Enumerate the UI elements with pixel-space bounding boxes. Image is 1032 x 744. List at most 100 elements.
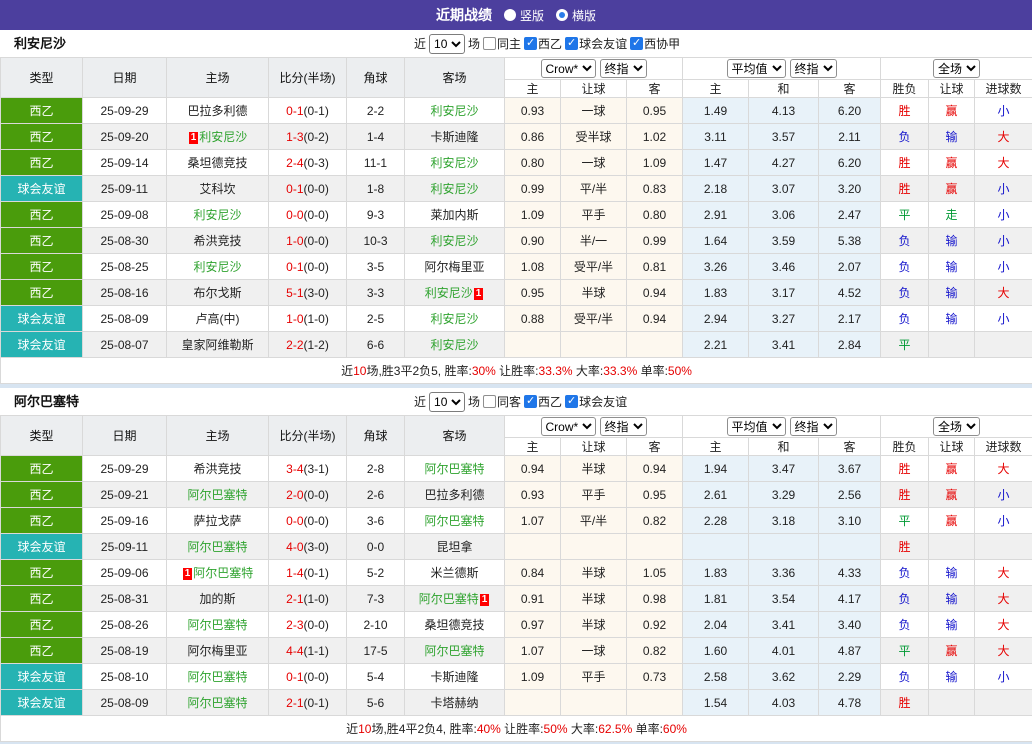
result-cell: 大 [975, 124, 1032, 150]
home-team-cell: 艾科坎 [167, 176, 269, 202]
average-select[interactable]: 平均值 [727, 417, 786, 436]
odds-subcolumn-header: 进球数 [975, 80, 1032, 98]
checkbox-label: 同客 [497, 393, 521, 410]
red-card-badge: 1 [474, 288, 484, 300]
corner-cell: 1-8 [347, 176, 405, 202]
radio-icon-horizontal[interactable] [556, 9, 568, 21]
average-odds-cell: 3.18 [749, 508, 819, 534]
handicap-odds-cell: 半球 [561, 612, 627, 638]
result-cell: 小 [975, 482, 1032, 508]
checkbox-icon[interactable] [483, 395, 496, 408]
handicap-odds-cell: 0.95 [627, 98, 683, 124]
average-odds-cell: 4.78 [819, 690, 881, 716]
result-cell: 胜 [881, 690, 929, 716]
average-odds-cell: 3.17 [749, 280, 819, 306]
handicap-odds-cell: 0.99 [505, 176, 561, 202]
checkbox-icon[interactable]: ✓ [565, 395, 578, 408]
radio-icon-vertical[interactable] [504, 9, 516, 21]
checkbox-icon[interactable]: ✓ [630, 37, 643, 50]
home-team-cell: 皇家阿维勒斯 [167, 332, 269, 358]
league-type-cell: 西乙 [1, 638, 83, 664]
match-count-select[interactable]: 10 [429, 34, 465, 54]
handicap-odds-cell: 1.08 [505, 254, 561, 280]
odds-group-header: Crow*终指 [505, 416, 683, 438]
odds-subcolumn-header: 和 [749, 438, 819, 456]
result-cell: 输 [929, 306, 975, 332]
date-cell: 25-09-11 [83, 534, 167, 560]
corner-cell: 3-3 [347, 280, 405, 306]
filter-checkbox-西乙[interactable]: ✓西乙 [524, 35, 562, 52]
checkbox-icon[interactable]: ✓ [524, 395, 537, 408]
section-head: 利安尼沙近10场同主✓西乙✓球会友谊✓西协甲 [0, 30, 1032, 57]
average-odds-cell: 3.26 [683, 254, 749, 280]
match-count-select[interactable]: 10 [429, 392, 465, 412]
odds-subcolumn-header: 和 [749, 80, 819, 98]
average-odds-cell: 3.62 [749, 664, 819, 690]
corner-cell: 9-3 [347, 202, 405, 228]
score-cell: 0-1(0-0) [269, 664, 347, 690]
final-avg-select[interactable]: 终指 [790, 417, 837, 436]
column-header: 类型 [1, 58, 83, 98]
filter-checkbox-球会友谊[interactable]: ✓球会友谊 [565, 35, 627, 52]
date-cell: 25-08-19 [83, 638, 167, 664]
average-odds-cell: 3.41 [749, 612, 819, 638]
team-cell-name: 阿尔巴塞特 [419, 592, 479, 606]
score-cell: 1-4(0-1) [269, 560, 347, 586]
away-team-cell: 卡塔赫纳 [405, 690, 505, 716]
result-cell: 大 [975, 280, 1032, 306]
result-cell: 平 [881, 202, 929, 228]
checkbox-icon[interactable]: ✓ [565, 37, 578, 50]
average-odds-cell: 1.83 [683, 560, 749, 586]
average-odds-cell: 2.84 [819, 332, 881, 358]
filter-near-label: 近 [414, 393, 426, 410]
radio-horizontal-layout[interactable]: 横版 [556, 7, 596, 24]
team-section: 阿尔巴塞特近10场同客✓西乙✓球会友谊类型日期主场比分(半场)角球客场Crow*… [0, 388, 1032, 742]
handicap-odds-cell [561, 534, 627, 560]
corner-cell: 2-8 [347, 456, 405, 482]
handicap-odds-cell: 平手 [561, 202, 627, 228]
final-odds-select[interactable]: 终指 [600, 59, 647, 78]
home-team-cell: 萨拉戈萨 [167, 508, 269, 534]
column-header: 日期 [83, 416, 167, 456]
result-cell: 负 [881, 560, 929, 586]
away-team-cell: 昆坦拿 [405, 534, 505, 560]
filter-checkbox-西协甲[interactable]: ✓西协甲 [630, 35, 680, 52]
filter-checkbox-同客[interactable]: 同客 [483, 393, 521, 410]
score-cell: 0-0(0-0) [269, 202, 347, 228]
column-header: 角球 [347, 58, 405, 98]
final-avg-select[interactable]: 终指 [790, 59, 837, 78]
full-match-select[interactable]: 全场 [933, 417, 980, 436]
checkbox-icon[interactable] [483, 37, 496, 50]
filter-checkbox-球会友谊[interactable]: ✓球会友谊 [565, 393, 627, 410]
average-odds-cell [749, 534, 819, 560]
red-card-badge: 1 [480, 594, 490, 606]
result-cell: 输 [929, 228, 975, 254]
result-cell: 小 [975, 508, 1032, 534]
handicap-odds-cell: 0.94 [627, 306, 683, 332]
score-cell: 1-0(0-0) [269, 228, 347, 254]
filter-checkbox-西乙[interactable]: ✓西乙 [524, 393, 562, 410]
filter-checkbox-同主[interactable]: 同主 [483, 35, 521, 52]
handicap-odds-cell [627, 690, 683, 716]
odds-group-header: Crow*终指 [505, 58, 683, 80]
home-team-cell: 阿尔巴塞特 [167, 534, 269, 560]
bookmaker-select[interactable]: Crow* [541, 59, 596, 78]
average-select[interactable]: 平均值 [727, 59, 786, 78]
result-cell: 小 [975, 98, 1032, 124]
league-type-cell: 西乙 [1, 228, 83, 254]
away-team-cell: 利安尼沙 [405, 332, 505, 358]
match-row: 西乙25-08-31加的斯2-1(1-0)7-3阿尔巴塞特10.91半球0.98… [1, 586, 1032, 612]
average-odds-cell: 2.56 [819, 482, 881, 508]
date-cell: 25-08-30 [83, 228, 167, 254]
full-match-select[interactable]: 全场 [933, 59, 980, 78]
checkbox-label: 西乙 [538, 393, 562, 410]
checkbox-icon[interactable]: ✓ [524, 37, 537, 50]
date-cell: 25-08-09 [83, 306, 167, 332]
final-odds-select[interactable]: 终指 [600, 417, 647, 436]
radio-vertical-layout[interactable]: 竖版 [504, 7, 544, 24]
away-team-cell: 桑坦德竞技 [405, 612, 505, 638]
bookmaker-select[interactable]: Crow* [541, 417, 596, 436]
average-odds-cell: 1.81 [683, 586, 749, 612]
match-row: 西乙25-09-16萨拉戈萨0-0(0-0)3-6阿尔巴塞特1.07平/半0.8… [1, 508, 1032, 534]
average-odds-cell: 4.87 [819, 638, 881, 664]
